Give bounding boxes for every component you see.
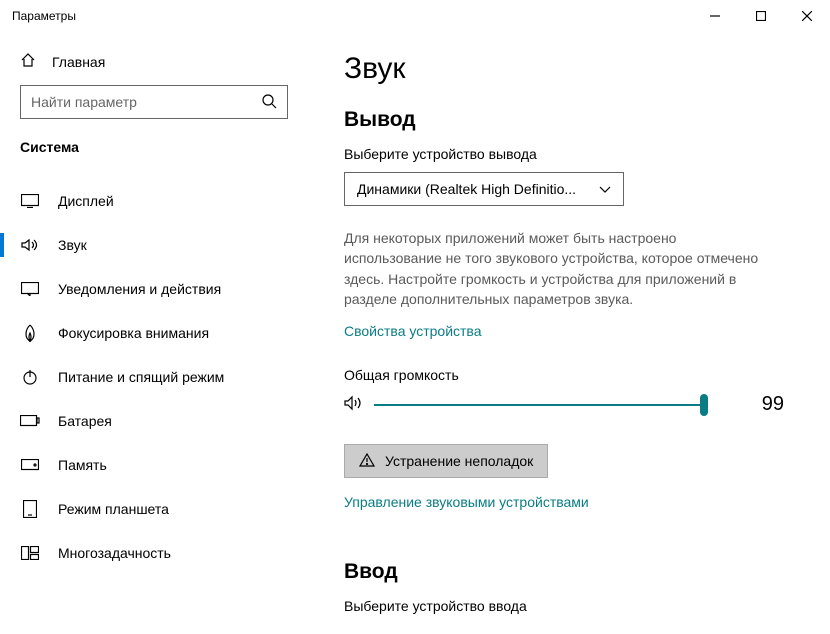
page-title: Звук: [344, 52, 790, 86]
sidebar-item-label: Звук: [58, 237, 87, 253]
sidebar-item-notifications[interactable]: Уведомления и действия: [0, 267, 308, 311]
nav-list: Дисплей Звук Уведомления и действия Фоку…: [0, 179, 308, 575]
window-controls: [692, 0, 830, 32]
home-link[interactable]: Главная: [0, 44, 308, 85]
sidebar-item-storage[interactable]: Память: [0, 443, 308, 487]
home-icon: [20, 52, 36, 71]
dropdown-value: Динамики (Realtek High Definitio...: [357, 181, 599, 197]
storage-icon: [20, 459, 40, 471]
sidebar-item-label: Многозадачность: [58, 545, 171, 561]
volume-label: Общая громкость: [344, 367, 790, 383]
output-description: Для некоторых приложений может быть наст…: [344, 228, 774, 309]
device-properties-link[interactable]: Свойства устройства: [344, 323, 482, 339]
volume-slider-row: 99: [344, 393, 784, 416]
warning-icon: [359, 453, 375, 470]
manage-devices-link[interactable]: Управление звуковыми устройствами: [344, 494, 589, 510]
sidebar: Главная Найти параметр Система Дисплей З…: [0, 32, 308, 634]
volume-value: 99: [754, 393, 784, 416]
minimize-button[interactable]: [692, 0, 738, 32]
sidebar-item-focus[interactable]: Фокусировка внимания: [0, 311, 308, 355]
sidebar-item-display[interactable]: Дисплей: [0, 179, 308, 223]
battery-icon: [20, 415, 40, 427]
sidebar-item-label: Дисплей: [58, 193, 114, 209]
window-title: Параметры: [12, 9, 76, 23]
volume-icon[interactable]: [344, 395, 364, 414]
sidebar-item-power[interactable]: Питание и спящий режим: [0, 355, 308, 399]
output-heading: Вывод: [344, 108, 790, 132]
multitasking-icon: [20, 546, 40, 560]
input-heading: Ввод: [344, 560, 790, 584]
sidebar-item-label: Фокусировка внимания: [58, 325, 209, 341]
search-icon: [261, 93, 277, 112]
search-input[interactable]: Найти параметр: [20, 85, 288, 119]
volume-slider[interactable]: [374, 404, 704, 406]
sidebar-item-label: Питание и спящий режим: [58, 369, 224, 385]
slider-thumb[interactable]: [700, 394, 708, 416]
main-pane: Звук Вывод Выберите устройство вывода Ди…: [308, 32, 830, 634]
sidebar-item-sound[interactable]: Звук: [0, 223, 308, 267]
chevron-down-icon: [599, 181, 611, 197]
category-header: Система: [0, 139, 308, 165]
tablet-icon: [20, 500, 40, 518]
input-device-label: Выберите устройство ввода: [344, 598, 790, 614]
sidebar-item-battery[interactable]: Батарея: [0, 399, 308, 443]
sidebar-item-multitasking[interactable]: Многозадачность: [0, 531, 308, 575]
home-label: Главная: [52, 54, 105, 70]
output-device-dropdown[interactable]: Динамики (Realtek High Definitio...: [344, 172, 624, 206]
search-placeholder: Найти параметр: [31, 94, 261, 110]
troubleshoot-label: Устранение неполадок: [385, 453, 533, 469]
notifications-icon: [20, 282, 40, 296]
titlebar: Параметры: [0, 0, 830, 32]
close-button[interactable]: [784, 0, 830, 32]
sidebar-item-label: Память: [58, 457, 107, 473]
sidebar-item-tablet[interactable]: Режим планшета: [0, 487, 308, 531]
output-device-label: Выберите устройство вывода: [344, 146, 790, 162]
troubleshoot-button[interactable]: Устранение неполадок: [344, 444, 548, 478]
sidebar-item-label: Батарея: [58, 413, 112, 429]
sound-icon: [20, 238, 40, 252]
display-icon: [20, 194, 40, 208]
maximize-button[interactable]: [738, 0, 784, 32]
sidebar-item-label: Режим планшета: [58, 501, 169, 517]
power-icon: [20, 369, 40, 385]
focus-icon: [20, 324, 40, 342]
sidebar-item-label: Уведомления и действия: [58, 281, 221, 297]
